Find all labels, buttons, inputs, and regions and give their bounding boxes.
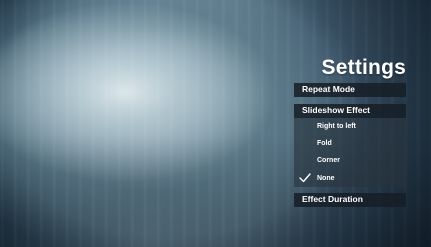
- menu-item-effect-duration[interactable]: Effect Duration: [294, 193, 406, 207]
- option-fold[interactable]: Fold: [317, 139, 332, 149]
- option-right-to-left[interactable]: Right to left: [317, 122, 356, 132]
- slideshow-effect-options: Right to left Fold Corner None: [294, 118, 406, 187]
- checkmark-icon: [299, 173, 311, 183]
- menu-item-slideshow-effect[interactable]: Slideshow Effect: [294, 104, 406, 118]
- menu-item-repeat-mode[interactable]: Repeat Mode: [294, 83, 406, 97]
- settings-screen: Settings Repeat Mode Slideshow Effect Ri…: [0, 0, 431, 247]
- option-corner[interactable]: Corner: [317, 156, 340, 166]
- option-none[interactable]: None: [317, 174, 335, 184]
- page-title: Settings: [321, 56, 406, 79]
